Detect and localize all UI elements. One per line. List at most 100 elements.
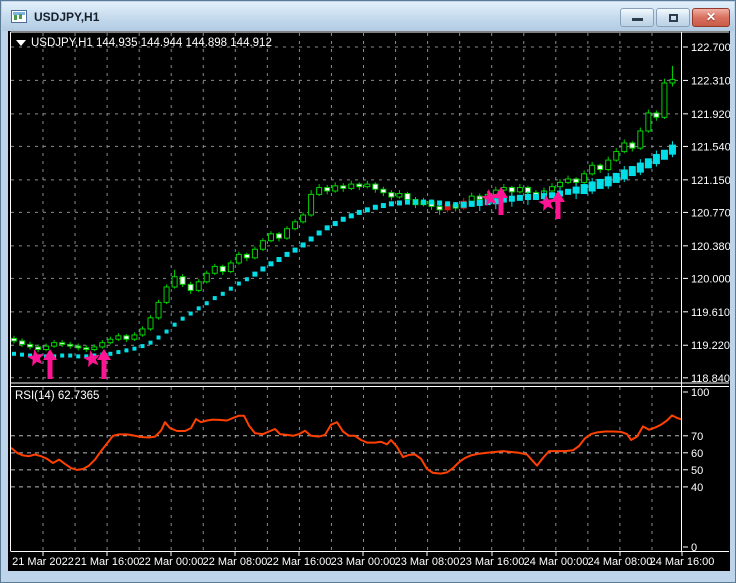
time-axis-label: 21 Mar 2022 (12, 556, 74, 568)
candle-body (147, 317, 154, 330)
trend-dot (644, 158, 652, 169)
restore-icon (669, 14, 678, 22)
trend-dot (332, 221, 338, 227)
candle-body (35, 346, 42, 351)
titlebar[interactable]: USDJPY,H1 ✕ (2, 2, 734, 31)
candle-body (155, 301, 162, 319)
price-axis-label: 121.920 (691, 109, 730, 121)
candle-body (645, 112, 652, 132)
price-axis-label: 119.610 (691, 307, 730, 319)
trend-dot (380, 203, 386, 209)
trend-dot (292, 247, 298, 253)
candle-body (187, 283, 194, 291)
minimize-icon (632, 18, 643, 21)
candle-body (308, 193, 315, 216)
window-title: USDJPY,H1 (34, 9, 100, 24)
symbol-dropdown-icon[interactable] (16, 40, 26, 46)
candle-body (131, 334, 138, 340)
chart-window: USDJPY,H1 ✕ 122.700 122.310 121.920 121.540… (0, 0, 736, 583)
candle-body (195, 281, 202, 291)
trend-dot (516, 194, 523, 201)
trend-dot (236, 281, 241, 286)
price-axis-label: 120.380 (691, 241, 730, 253)
candle-body (259, 240, 266, 250)
trend-dot (268, 261, 274, 267)
candle-body (171, 276, 178, 288)
trend-dot (388, 201, 394, 207)
candle-body (436, 205, 443, 211)
time-axis-label: 23 Mar 08:00 (395, 556, 460, 568)
candle-body (356, 183, 363, 188)
trend-dot (445, 201, 451, 207)
trend-dot (308, 236, 314, 242)
trend-dot (476, 199, 483, 206)
candle-body (581, 173, 588, 183)
buy-arrow-icon (43, 349, 57, 379)
trend-dot (636, 162, 644, 173)
price-axis-label: 121.150 (691, 175, 730, 187)
minimize-button[interactable] (620, 8, 654, 27)
time-axis-label: 24 Mar 08:00 (588, 556, 653, 568)
time-axis-label: 23 Mar 00:00 (331, 556, 396, 568)
candle-body (227, 262, 234, 273)
candle-body (203, 272, 210, 283)
time-axis-label: 22 Mar 00:00 (139, 556, 204, 568)
chart-client-area[interactable]: 122.700 122.310 121.920 121.540 121.150 120.7… (8, 31, 730, 571)
trend-dot (20, 352, 25, 357)
candle-body (629, 142, 636, 149)
trend-dot (228, 286, 233, 291)
candle-body (275, 233, 282, 239)
trend-dot (220, 291, 225, 296)
trend-dot (565, 188, 572, 195)
time-axis-label: 24 Mar 16:00 (650, 556, 715, 568)
candle-body (59, 342, 66, 345)
trend-dot (580, 184, 588, 195)
trend-dot (532, 193, 539, 200)
restore-button[interactable] (656, 8, 690, 27)
candle-body (324, 187, 331, 192)
trend-dot (413, 199, 418, 205)
trend-dot (524, 193, 531, 200)
candle-body (669, 79, 676, 84)
trend-dot (572, 186, 580, 194)
candle-body (508, 187, 515, 193)
trend-dot (396, 200, 402, 206)
candle-body (589, 164, 596, 175)
candle-body (219, 265, 226, 273)
trend-dot (453, 202, 459, 208)
candle-body (267, 233, 274, 242)
trend-dot (468, 200, 475, 207)
trend-dot (260, 266, 266, 272)
candle-body (115, 335, 122, 340)
close-icon: ✕ (705, 10, 717, 24)
trend-dot (356, 209, 362, 215)
trend-dot (188, 311, 193, 316)
rsi-line (10, 414, 683, 475)
close-button[interactable]: ✕ (692, 8, 730, 27)
candle-body (75, 345, 82, 349)
price-axis-label: 121.540 (691, 141, 730, 153)
candle-body (364, 183, 371, 188)
trend-dot (12, 351, 16, 356)
trend-dot (429, 199, 435, 205)
trend-dot (300, 242, 306, 248)
trend-dot (116, 350, 121, 355)
candle-body (653, 112, 660, 118)
candle-body (404, 193, 411, 201)
trend-dot (252, 271, 258, 277)
rsi-axis-label: 50 (691, 465, 703, 477)
candle-body (613, 151, 620, 161)
candle-body (573, 178, 580, 183)
time-axis-label: 22 Mar 08:00 (203, 556, 268, 568)
rsi-axis-label: 40 (691, 482, 703, 494)
trend-dot (196, 306, 201, 311)
candle-body (516, 187, 523, 193)
time-axis-label: 24 Mar 00:00 (524, 556, 589, 568)
candle-body (661, 82, 668, 118)
candle-body (380, 188, 387, 194)
trend-dot (508, 195, 515, 202)
price-axis-label: 120.770 (691, 207, 730, 219)
candle-body (388, 192, 395, 198)
price-chart-canvas[interactable]: 122.700 122.310 121.920 121.540 121.150 120.7… (8, 31, 730, 571)
trend-dot (156, 335, 161, 340)
